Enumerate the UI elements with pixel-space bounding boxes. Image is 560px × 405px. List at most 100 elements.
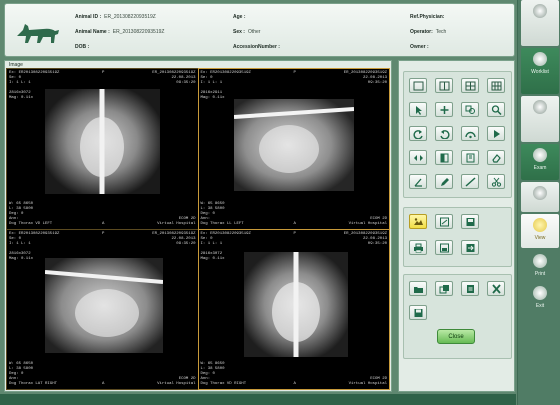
side-nav-exit[interactable]: Exit (521, 282, 559, 312)
owner-field: Owner : (410, 44, 429, 50)
viewport-1-top-right-info: ER_20130822093519Z 22.08.2013 09:35:20 (152, 71, 196, 85)
window-level-icon[interactable] (461, 126, 479, 141)
viewport-3[interactable]: Ex: ER20130822093519Z Se: 0 I: 1 L: 1 28… (6, 228, 199, 390)
worklist-icon (533, 52, 547, 66)
side-nav-image[interactable] (521, 182, 559, 212)
rotate-left-icon[interactable] (409, 126, 427, 141)
dog-logo-icon (17, 24, 59, 43)
accession-number-field: AccessionNumber : (233, 44, 280, 50)
age-field: Age : (233, 14, 246, 20)
save-image-icon[interactable] (461, 214, 479, 229)
document-icon[interactable] (461, 281, 479, 296)
viewport-4-bottom-left-info: W: 65 8650 L: 38 5800 Deg: 0 Ann: Dog Th… (200, 362, 247, 386)
viewport-1-top-left-info: Ex: ER20130822093519Z Se: 0 I: 1 L: 1 28… (9, 71, 60, 100)
pencil-annotate-icon[interactable] (435, 174, 453, 189)
viewport-3-top-right-info: ER_20130822093519Z 22.08.2013 09:35:20 (152, 231, 196, 246)
viewport-3-orientation-top: P (102, 231, 105, 236)
viewport-4-orientation-top: P (293, 231, 296, 236)
delete-icon[interactable] (487, 281, 505, 296)
viewport-4-orientation-bottom: A (293, 382, 296, 386)
save-disk-icon[interactable] (409, 305, 427, 320)
viewport-2[interactable]: Ex: ER20130822093519Z Se: 0 I: 1 L: 1 28… (197, 68, 390, 230)
side-nav-worklist[interactable]: Worklist (521, 48, 559, 94)
bottom-bar (0, 394, 516, 405)
print-nav-icon (533, 254, 547, 268)
viewport-2-orientation-top: P (293, 71, 296, 75)
side-nav-patient[interactable] (521, 96, 559, 142)
viewport-1-orientation-top: P (102, 71, 105, 75)
image-panel: Image Ex: ER20130822093519Z Se: 0 I: 1 L… (4, 60, 392, 392)
viewport-grid: Ex: ER20130822093519Z Se: 0 I: 1 L: 1 28… (6, 68, 390, 390)
side-navigation: Worklist Exam View Print Exit (517, 0, 560, 405)
image-panel-title: Image (9, 62, 23, 68)
send-icon[interactable] (461, 240, 479, 255)
flip-vertical-icon[interactable] (435, 150, 453, 165)
cut-icon[interactable] (487, 174, 505, 189)
sex-field: Sex : Other (233, 29, 261, 35)
tool-group-file (403, 207, 512, 267)
xray-image-ll-left (233, 99, 354, 191)
side-nav-view[interactable]: View (521, 214, 559, 248)
viewport-3-bottom-left-info: W: 65 8650 L: 38 5800 Deg: 0 Ann: Dog Th… (9, 362, 58, 386)
animal-id-field: Animal ID : ER_20130822093519Z (75, 14, 156, 20)
side-nav-exam[interactable]: Exam (521, 144, 559, 180)
flip-horizontal-icon[interactable] (409, 150, 427, 165)
eraser-icon[interactable] (487, 150, 505, 165)
viewport-1-bottom-right-info: ECOM 2D Virtual Hospital (157, 216, 196, 226)
side-nav-print[interactable]: Print (521, 250, 559, 280)
viewport-4-top-left-info: Ex: ER20130822093519Z Se: 0 I: 1 L: 1 28… (200, 231, 251, 261)
xray-image-vd-right (243, 251, 348, 357)
viewport-3-orientation-bottom: A (102, 382, 105, 386)
operator-field: Operator: Tech (410, 29, 447, 35)
viewport-2-top-right-info: ER_20130822093519Z 22.08.2013 09:35:20 (343, 71, 387, 85)
viewport-2-bottom-left-info: W: 65 8650 L: 38 5800 Deg: 0 Ann: Dog Th… (200, 201, 244, 226)
app-window: Animal ID : ER_20130822093519Z Animal Nam… (0, 0, 560, 405)
exit-icon (533, 286, 547, 300)
viewport-4-bottom-right-info: ECOM 2D Virtual Hospital (348, 377, 387, 386)
viewport-2-bottom-right-info: ECOM 2D Virtual Hospital (348, 216, 387, 226)
invert-icon[interactable] (461, 150, 479, 165)
viewport-4-top-right-info: ER_20130822093519Z 22.08.2013 09:35:20 (343, 231, 387, 246)
viewport-4[interactable]: Ex: ER20130822093519Z Se: 0 I: 1 L: 1 28… (197, 228, 390, 390)
layout-1x2-button[interactable] (435, 78, 453, 93)
patient-info-header: Animal ID : ER_20130822093519Z Animal Nam… (4, 3, 515, 57)
tool-group-actions (403, 274, 512, 359)
tool-group-view (403, 71, 512, 198)
pan-icon[interactable] (435, 102, 453, 117)
image-icon (533, 186, 547, 200)
image-process-icon[interactable] (409, 214, 427, 229)
settings-icon (533, 4, 547, 18)
xray-image-lat-right (45, 257, 163, 353)
magnify-region-icon[interactable] (461, 102, 479, 117)
layout-1x1-button[interactable] (409, 78, 427, 93)
print-icon[interactable] (409, 240, 427, 255)
viewport-3-bottom-right-info: ECOM 2D Virtual Hospital (157, 377, 196, 386)
save-as-icon[interactable] (435, 240, 453, 255)
viewport-1[interactable]: Ex: ER20130822093519Z Se: 0 I: 1 L: 1 28… (6, 68, 199, 230)
patient-icon (533, 100, 547, 114)
viewport-1-bottom-left-info: W: 65 8650 L: 38 5800 Deg: 0 Ann: Dog Th… (9, 201, 53, 226)
open-folder-icon[interactable] (409, 281, 427, 296)
rotate-right-icon[interactable] (435, 126, 453, 141)
zoom-icon[interactable] (487, 102, 505, 117)
animal-name-field: Animal Name : ER_20130822093519Z (75, 29, 165, 35)
copy-icon[interactable] (435, 281, 453, 296)
viewport-2-top-left-info: Ex: ER20130822093519Z Se: 0 I: 1 L: 1 28… (200, 71, 251, 100)
view-icon (533, 218, 547, 232)
ref-physician-field: Ref.Physician: (410, 14, 445, 20)
layout-grid-button[interactable] (487, 78, 505, 93)
distance-measure-icon[interactable] (461, 174, 479, 189)
export-image-icon[interactable] (435, 214, 453, 229)
close-button[interactable]: Close (437, 329, 475, 344)
xray-image-vd-left (45, 89, 160, 194)
pointer-icon[interactable] (409, 102, 427, 117)
viewport-1-orientation-bottom: A (102, 221, 105, 226)
side-nav-settings[interactable] (521, 0, 559, 46)
angle-measure-icon[interactable] (409, 174, 427, 189)
play-cine-icon[interactable] (487, 126, 505, 141)
layout-2x2-button[interactable] (461, 78, 479, 93)
exam-icon (533, 148, 547, 162)
viewport-3-top-left-info: Ex: ER20130822093519Z Se: 0 I: 1 L: 1 28… (9, 231, 60, 261)
dob-field: DOB : (75, 44, 90, 50)
tool-panel: Close (398, 60, 515, 392)
